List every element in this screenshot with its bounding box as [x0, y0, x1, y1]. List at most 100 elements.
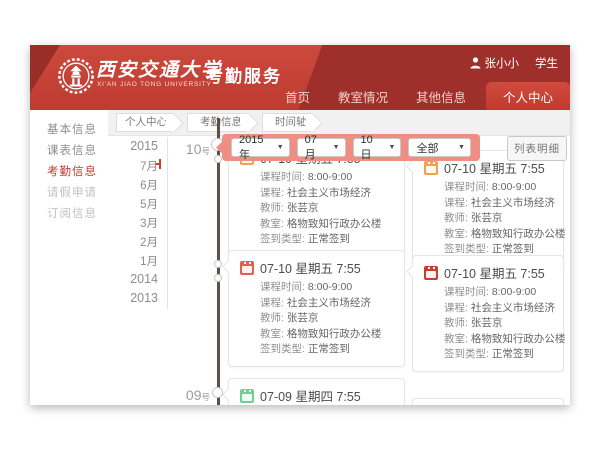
timeline-nav-2013[interactable]: 2013 [114, 291, 158, 305]
day-suffix: 号 [201, 392, 210, 402]
breadcrumb-timeline[interactable]: 时间轴 [262, 113, 313, 132]
field-label: 课程: [260, 187, 287, 199]
field-label: 教师: [260, 312, 287, 324]
card-field: 签到类型: 正常签到 [424, 347, 554, 363]
calendar-icon [424, 266, 438, 280]
page: 西安交通大学 XI'AN JIAO TONG UNIVERSITY 考勤服务 张… [0, 0, 600, 450]
card-field: 教室: 格物致知行政办公楼 [424, 227, 554, 243]
timeline-nav-5月[interactable]: 5月 [114, 196, 158, 212]
field-label: 签到类型: [444, 243, 492, 255]
app-header: 西安交通大学 XI'AN JIAO TONG UNIVERSITY 考勤服务 张… [30, 45, 570, 110]
card-field: 课程: 社会主义市场经济 [424, 301, 554, 317]
person-icon [470, 57, 481, 69]
field-label: 教师: [444, 317, 471, 329]
field-label: 教师: [444, 212, 471, 224]
field-label: 教室: [260, 218, 287, 230]
field-value: 格物致知行政办公楼 [471, 228, 566, 240]
card-field: 教师: 张芸京 [240, 311, 395, 327]
timeline-nav-2014[interactable]: 2014 [114, 272, 158, 286]
card-field: 教师: 张芸京 [424, 211, 554, 227]
user-name: 张小小 [485, 55, 520, 71]
attendance-card: 07-10 星期五 7:55 课程时间: 8:00-9:00课程: 社会主义市场… [412, 150, 564, 267]
chevron-down-icon: ▼ [458, 144, 465, 151]
timeline-node [214, 155, 222, 163]
card-title: 07-09 星期四 7:55 [260, 386, 361, 405]
field-value: 格物致知行政办公楼 [471, 333, 566, 345]
sidebar-item-leave-request[interactable]: 请假申请 [47, 184, 111, 200]
card-field: 课程时间: 8:00-9:00 [424, 285, 554, 301]
field-value: 格物致知行政办公楼 [287, 218, 382, 230]
card-field: 课程: 社会主义市场经济 [424, 196, 554, 212]
timeline-node [214, 260, 222, 268]
field-value: 社会主义市场经济 [471, 197, 555, 209]
year-select[interactable]: 2015年 ▼ [231, 138, 290, 157]
timeline-nav-2015[interactable]: 2015 [114, 139, 158, 153]
user-info[interactable]: 张小小 学生 [470, 55, 559, 71]
nav-item-other-info[interactable]: 其他信息 [402, 82, 480, 110]
calendar-icon [240, 389, 254, 403]
field-label: 课程: [260, 297, 287, 309]
card-field: 课程时间: 8:00-9:00 [240, 170, 395, 186]
user-role: 学生 [535, 55, 558, 71]
field-label: 课程时间: [444, 286, 492, 298]
calendar-icon [240, 261, 254, 275]
calendar-icon [424, 161, 438, 175]
field-label: 教师: [260, 202, 287, 214]
attendance-card: 07-10 星期五 7:55 课程时间: 8:00-9:00课程: 社会主义市场… [228, 250, 405, 367]
attendance-card: 07-10 星期五 7:55 课程时间: 8:00-9:00课程: 社会主义市场… [412, 255, 564, 372]
timeline-nav-3月[interactable]: 3月 [114, 215, 158, 231]
card-field: 签到类型: 正常签到 [240, 232, 395, 248]
field-label: 课程: [444, 302, 471, 314]
card-field: 课程时间: 8:00-9:00 [424, 180, 554, 196]
field-value: 正常签到 [492, 243, 534, 255]
attendance-card: 07-09 星期四 7:55 课程时间: 8:00-9:00课程: 社会主义市场… [228, 378, 405, 405]
category-select-value: 全部 [416, 140, 438, 156]
field-label: 课程时间: [444, 181, 492, 193]
field-label: 课程时间: [260, 281, 308, 293]
nav-item-home[interactable]: 首页 [271, 82, 324, 110]
month-select-value: 07月 [305, 134, 328, 162]
day-select[interactable]: 10日 ▼ [353, 138, 402, 157]
day-number: 10 [186, 141, 202, 157]
day-number: 09 [186, 387, 202, 403]
field-value: 8:00-9:00 [492, 181, 536, 193]
timeline-nav-divider [167, 137, 168, 309]
card-field: 教师: 张芸京 [240, 201, 395, 217]
list-detail-button[interactable]: 列表明细 [507, 136, 567, 161]
category-select[interactable]: 全部 ▼ [408, 138, 471, 157]
timeline-nav-1月[interactable]: 1月 [114, 253, 158, 269]
chevron-down-icon: ▼ [389, 144, 396, 151]
card-field: 课程: 社会主义市场经济 [240, 186, 395, 202]
sidebar-item-basic-info[interactable]: 基本信息 [47, 121, 111, 137]
sidebar-item-attendance-info[interactable]: 考勤信息 [47, 163, 111, 179]
field-value: 社会主义市场经济 [287, 297, 371, 309]
card-title: 07-10 星期五 7:55 [260, 258, 361, 277]
app-window: 西安交通大学 XI'AN JIAO TONG UNIVERSITY 考勤服务 张… [30, 45, 570, 405]
card-field: 教室: 格物致知行政办公楼 [424, 332, 554, 348]
card-field: 签到类型: 正常签到 [240, 342, 395, 358]
month-select[interactable]: 07月 ▼ [297, 138, 346, 157]
timeline-node [212, 387, 223, 398]
timeline-day-label: 10号 [176, 141, 210, 159]
day-select-value: 10日 [361, 134, 384, 162]
sidebar-item-schedule-info[interactable]: 课表信息 [47, 142, 111, 158]
timeline-nav-7月[interactable]: 7月 [114, 158, 158, 174]
nav-item-personal-center[interactable]: 个人中心 [486, 82, 570, 110]
chevron-down-icon: ▼ [277, 144, 284, 151]
timeline-nav-2月[interactable]: 2月 [114, 234, 158, 250]
attendance-card [412, 398, 564, 405]
field-value: 张芸京 [471, 317, 503, 329]
field-value: 张芸京 [287, 312, 319, 324]
nav-item-classroom-status[interactable]: 教室情况 [324, 82, 402, 110]
field-value: 格物致知行政办公楼 [287, 328, 382, 340]
timeline-nav-6月[interactable]: 6月 [114, 177, 158, 193]
university-logo-icon [57, 57, 95, 95]
field-value: 正常签到 [308, 233, 350, 245]
sidebar-item-subscription-info[interactable]: 订阅信息 [47, 205, 111, 221]
current-month-marker [159, 159, 161, 169]
card-header: 07-10 星期五 7:55 [240, 258, 395, 277]
field-label: 签到类型: [260, 233, 308, 245]
field-label: 教室: [444, 228, 471, 240]
breadcrumb-personal-center[interactable]: 个人中心 [116, 113, 173, 132]
timeline-day-label: 09号 [176, 387, 210, 405]
